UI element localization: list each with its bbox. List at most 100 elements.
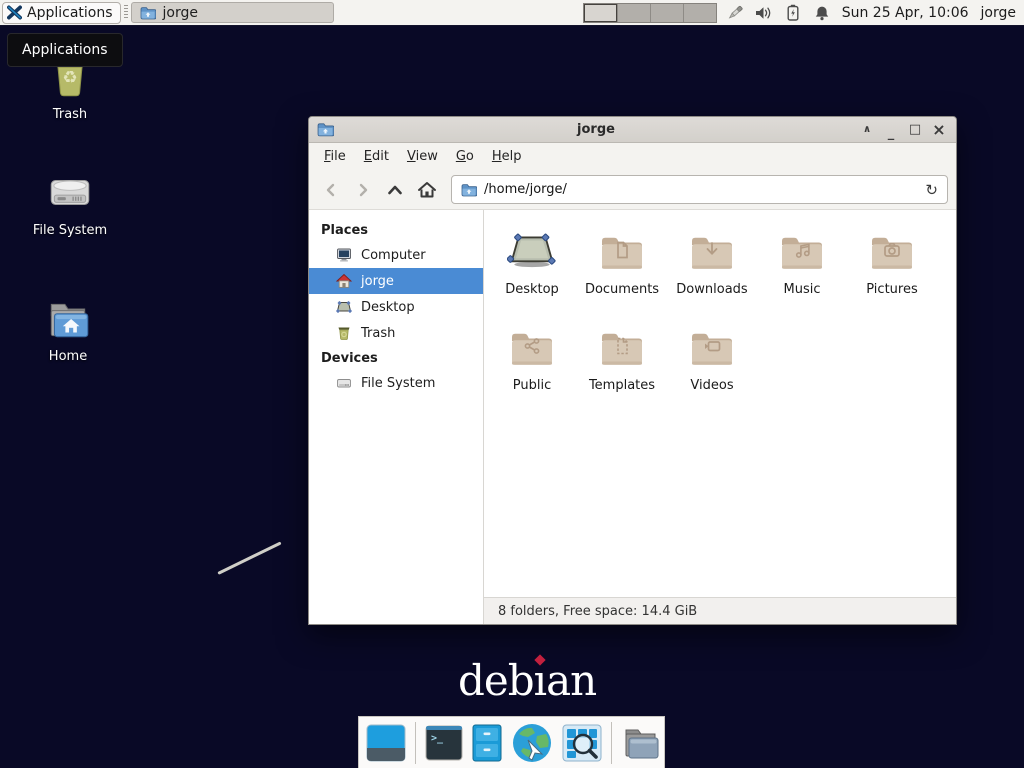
path-input[interactable]: [484, 182, 918, 197]
window-title: jorge: [334, 122, 858, 137]
folder-music[interactable]: Music: [757, 222, 847, 318]
paint-artifact-line: [217, 541, 281, 574]
sidebar: Places Computer: [309, 210, 484, 624]
menu-edit[interactable]: Edit: [355, 145, 398, 168]
home-folder-icon: [43, 296, 93, 344]
sidebar-item-computer[interactable]: Computer: [309, 242, 483, 268]
sidebar-item-label: Trash: [361, 326, 395, 341]
devices-header: Devices: [309, 346, 483, 370]
terminal-launcher[interactable]: >_: [425, 725, 463, 761]
dock-separator: [415, 722, 416, 764]
path-bar: ↻: [451, 175, 948, 204]
show-desktop-launcher[interactable]: [366, 724, 406, 762]
folder-documents[interactable]: Documents: [577, 222, 667, 318]
workspace-3[interactable]: [650, 4, 683, 22]
home-icon: [336, 273, 352, 289]
stylus-tray-icon[interactable]: [726, 4, 744, 22]
pictures-folder-icon: [866, 226, 918, 278]
folder-desktop[interactable]: Desktop: [487, 222, 577, 318]
menu-help[interactable]: Help: [483, 145, 531, 168]
trash-icon: [336, 325, 352, 341]
desktop-icon-label: Home: [49, 349, 87, 364]
close-button[interactable]: ×: [930, 121, 948, 139]
window-titlebar[interactable]: jorge ∧ _ □ ×: [309, 117, 956, 143]
workspace-1[interactable]: [584, 4, 617, 22]
hard-drive-icon: [45, 168, 95, 218]
file-cabinet-launcher[interactable]: [472, 724, 502, 762]
sidebar-item-label: jorge: [361, 274, 394, 289]
downloads-folder-icon: [686, 226, 738, 278]
forward-button[interactable]: [349, 177, 377, 203]
minimize-button[interactable]: _: [882, 121, 900, 139]
top-panel: Applications jorge: [0, 0, 1024, 26]
bell-icon[interactable]: [813, 4, 831, 22]
toolbar: ↻: [309, 170, 956, 210]
desktop-icon-home[interactable]: Home: [6, 296, 130, 364]
templates-folder-icon: [596, 322, 648, 374]
desktop-special-icon: [506, 226, 558, 278]
debian-logo: debıan: [458, 660, 596, 702]
panel-handle[interactable]: [124, 5, 128, 20]
battery-icon[interactable]: [784, 4, 802, 22]
menu-view[interactable]: View: [398, 145, 447, 168]
panel-clock[interactable]: Sun 25 Apr, 10:06: [842, 5, 969, 21]
workspace-4[interactable]: [683, 4, 716, 22]
music-folder-icon: [776, 226, 828, 278]
app-finder-launcher[interactable]: [562, 724, 602, 762]
xorg-logo-icon: [7, 5, 22, 20]
home-button[interactable]: [413, 177, 441, 203]
applications-tooltip: Applications: [7, 33, 123, 67]
desktop-icon: [336, 299, 352, 315]
file-list[interactable]: Desktop Documents: [484, 210, 956, 597]
folder-templates[interactable]: Templates: [577, 318, 667, 414]
window-icon: [317, 122, 334, 137]
sidebar-item-file-system[interactable]: File System: [309, 370, 483, 396]
folder-icon: [461, 183, 477, 197]
sidebar-item-label: File System: [361, 376, 435, 391]
sidebar-item-desktop[interactable]: Desktop: [309, 294, 483, 320]
system-tray: [726, 4, 831, 22]
statusbar: 8 folders, Free space: 14.4 GiB: [484, 597, 956, 624]
sidebar-item-trash[interactable]: Trash: [309, 320, 483, 346]
public-folder-icon: [506, 322, 558, 374]
places-header: Places: [309, 218, 483, 242]
back-button[interactable]: [317, 177, 345, 203]
maximize-button[interactable]: □: [906, 121, 924, 139]
workspace-switcher: [583, 3, 717, 23]
folder-icon: [140, 6, 156, 20]
shade-button[interactable]: ∧: [858, 121, 876, 139]
folder-downloads[interactable]: Downloads: [667, 222, 757, 318]
volume-icon[interactable]: [755, 4, 773, 22]
menu-go[interactable]: Go: [447, 145, 483, 168]
menu-file[interactable]: File: [315, 145, 355, 168]
up-button[interactable]: [381, 177, 409, 203]
drive-icon: [336, 375, 352, 391]
web-browser-launcher[interactable]: [511, 722, 553, 764]
desktop-icon-file-system[interactable]: File System: [8, 168, 132, 238]
sidebar-item-label: Computer: [361, 248, 426, 263]
videos-folder-icon: [686, 322, 738, 374]
taskbar-button-jorge[interactable]: jorge: [131, 2, 334, 23]
folder-pictures[interactable]: Pictures: [847, 222, 937, 318]
menubar: File Edit View Go Help: [309, 143, 956, 170]
computer-icon: [336, 247, 352, 263]
file-manager-window: jorge ∧ _ □ × File Edit View Go Help: [308, 116, 957, 625]
dock-panel: >_: [358, 716, 665, 768]
sidebar-item-jorge[interactable]: jorge: [309, 268, 483, 294]
folder-launcher[interactable]: [621, 724, 663, 762]
taskbar-button-label: jorge: [163, 5, 198, 21]
applications-label: Applications: [27, 5, 113, 21]
panel-username: jorge: [981, 5, 1016, 21]
folder-public[interactable]: Public: [487, 318, 577, 414]
folder-videos[interactable]: Videos: [667, 318, 757, 414]
status-text: 8 folders, Free space: 14.4 GiB: [498, 604, 697, 619]
workspace-2[interactable]: [617, 4, 650, 22]
desktop-icon-label: Trash: [53, 107, 87, 122]
applications-menu-button[interactable]: Applications: [2, 2, 121, 24]
svg-text:>_: >_: [431, 733, 444, 744]
reload-button[interactable]: ↻: [925, 181, 938, 199]
dock-separator: [611, 722, 612, 764]
documents-folder-icon: [596, 226, 648, 278]
desktop-icon-label: File System: [33, 223, 107, 238]
sidebar-item-label: Desktop: [361, 300, 415, 315]
